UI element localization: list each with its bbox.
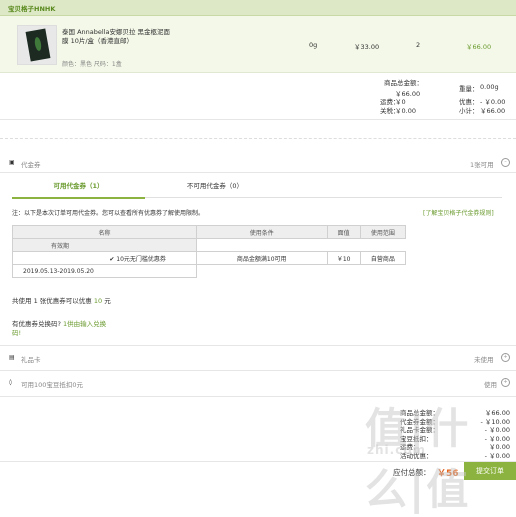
giftcard-title: 礼品卡 [21,356,41,364]
summary-weight-label: 重量： [459,85,479,93]
voucher-usage-amount: 10 [93,297,103,305]
voucher-table: 名称 使用条件 面值 使用范围 有效期 ✔ 10元无门槛优惠券 商品金额满10可… [12,225,407,278]
voucher-row-name: 10元无门槛优惠券 [116,255,166,263]
voucher-row-validity-row: 2019.05.13-2019.05.20 [12,264,406,278]
expand-icon[interactable]: + [501,353,510,362]
product-subtotal: ￥66.00 [466,43,492,51]
voucher-row-validity: 2019.05.13-2019.05.20 [12,264,197,278]
voucher-icon: ▣ [9,159,15,166]
summary-weight: 0.00g [480,83,499,91]
drop-icon: ◊ [9,379,12,386]
summary-tax: ￥0.00 [395,107,416,115]
voucher-checkbox[interactable]: ✔ [109,256,114,263]
product-name[interactable]: 泰国 Annabella安娜贝拉 黑金柩泥面膜 10片/盒（香港直邮） [62,28,172,46]
col-value: 面值 [326,225,361,239]
voucher-usage-text: 共使用 1 张优惠券可以优惠 [12,297,92,305]
divider [0,345,516,346]
voucher-title: 代金券 [21,161,41,169]
summary-total-label: 商品总金额： [384,79,423,87]
divider [0,370,516,371]
voucher-code-question: 有优惠券兑换码? [12,320,61,328]
col-validity: 有效期 [12,238,197,252]
voucher-code-prompt: 有优惠券兑换码? 1供由输入兑换码! [12,320,112,338]
product-price: ￥33.00 [354,43,380,51]
voucher-table-subheader: 有效期 [12,238,406,252]
summary-subtotal: ￥66.00 [480,107,506,115]
voucher-usage-unit: 元 [104,297,111,305]
collapse-icon[interactable]: – [501,158,510,167]
col-name: 名称 [12,225,197,239]
points-status: 使用 [484,381,497,389]
divider [0,138,516,139]
tab-available-vouchers[interactable]: 可用代金券（1） [12,178,145,199]
giftcard-status: 未使用 [474,356,494,364]
tab-unavailable-vouchers[interactable]: 不可用代金券（0） [145,178,285,197]
store-name[interactable]: 宝贝格子HNHK [8,3,55,13]
voucher-table-header: 名称 使用条件 面值 使用范围 [12,225,407,239]
summary-subtotal-label: 小计： [459,107,479,115]
voucher-note: 注：以下是本次订单可用代金券。您可以查看所有优惠券了解使用限制。 [12,210,205,217]
order-summary [0,73,516,120]
watermark-text: zhi.com [367,443,427,457]
giftcard-icon: ▤ [9,354,15,361]
points-title: 可用100宝豆抵扣0元 [21,381,84,389]
product-attributes: 颜色：黑色 尺码：1盒 [62,61,122,68]
giftcard-section-header[interactable]: ▤ 礼品卡 未使用 + [0,351,516,368]
col-condition: 使用条件 [195,225,328,239]
store-header: 宝贝格子HNHK [0,0,516,16]
voucher-row[interactable]: ✔ 10元无门槛优惠券 商品金额满10可用 ￥10 自营商品 [12,251,407,265]
product-thumbnail[interactable] [17,25,57,65]
divider [0,172,516,173]
voucher-count: 1张可用 [470,161,494,169]
points-section-header[interactable]: ◊ 可用100宝豆抵扣0元 使用 + [0,376,516,393]
voucher-row-value: ￥10 [326,251,361,265]
expand-icon[interactable]: + [501,378,510,387]
voucher-row-scope: 自营商品 [359,251,407,265]
voucher-usage-summary: 共使用 1 张优惠券可以优惠 10 元 [12,295,111,305]
voucher-row-condition: 商品金额满10可用 [195,251,328,265]
product-weight: 0g [309,41,318,49]
product-qty: 2 [416,41,421,49]
col-scope: 使用范围 [359,225,407,239]
voucher-rules-link[interactable]: [了解宝贝格子代金券规则] [423,208,494,217]
voucher-section-header[interactable]: ▣ 代金券 1张可用 – [0,156,516,173]
